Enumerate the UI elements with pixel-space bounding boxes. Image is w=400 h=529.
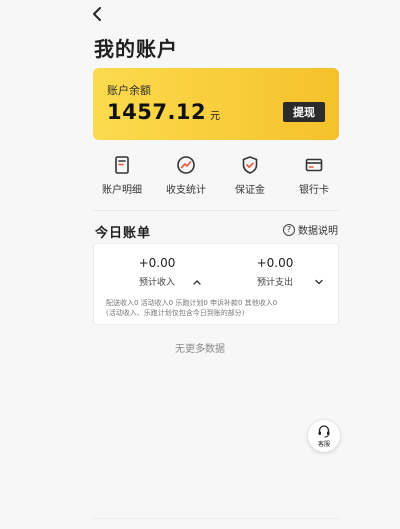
deposit-button[interactable]: 保证金 xyxy=(221,155,279,201)
document-icon xyxy=(112,155,132,175)
bottom-divider xyxy=(93,518,339,519)
chevron-up-icon[interactable] xyxy=(192,278,202,286)
customer-service-label: 客服 xyxy=(317,441,330,448)
account-details-label: 账户明细 xyxy=(102,185,142,196)
balance-label: 账户余额 xyxy=(107,84,151,97)
headset-icon xyxy=(318,425,330,438)
deposit-label: 保证金 xyxy=(235,185,265,196)
quick-actions: 账户明细 收支统计 保证金 银行卡 xyxy=(93,155,343,201)
bank-card-button[interactable]: 银行卡 xyxy=(285,155,343,201)
balance-amount: 1457.12 xyxy=(107,100,207,124)
bank-card-label: 银行卡 xyxy=(299,185,329,196)
data-help-link[interactable]: ? 数据说明 xyxy=(283,222,338,237)
note-line-2: (活动收入、乐跑计划仅包含今日到账的部分) xyxy=(106,309,245,317)
expense-value: +0.00 xyxy=(256,256,294,270)
page-title: 我的账户 xyxy=(94,37,178,61)
chevron-down-icon[interactable] xyxy=(314,278,324,286)
balance-unit: 元 xyxy=(210,111,221,122)
account-details-button[interactable]: 账户明细 xyxy=(93,155,151,201)
income-breakdown-note: 配送收入0 活动收入0 乐跑计划0 申诉补款0 其他收入0 (活动收入、乐跑计划… xyxy=(106,298,332,318)
shield-check-icon xyxy=(240,155,260,175)
section-divider xyxy=(93,210,339,211)
withdraw-button[interactable]: 提现 xyxy=(283,102,325,122)
today-summary-card: +0.00 预计收入 +0.00 预计支出 配送收入0 活动收入0 乐跑计划0 … xyxy=(93,243,339,325)
note-line-1: 配送收入0 活动收入0 乐跑计划0 申诉补款0 其他收入0 xyxy=(106,299,278,307)
chevron-left-icon xyxy=(93,7,101,21)
no-more-data-text: 无更多数据 xyxy=(175,344,225,355)
income-value: +0.00 xyxy=(138,256,176,270)
question-icon: ? xyxy=(283,223,295,236)
income-stats-button[interactable]: 收支统计 xyxy=(157,155,215,201)
chart-circle-icon xyxy=(176,155,196,175)
income-stats-label: 收支统计 xyxy=(166,185,206,196)
card-icon xyxy=(304,155,324,175)
customer-service-button[interactable]: 客服 xyxy=(308,420,340,452)
back-button[interactable] xyxy=(90,5,106,23)
today-bill-title: 今日账单 xyxy=(95,226,152,241)
balance-card: 账户余额 1457.12 元 提现 xyxy=(93,68,339,140)
balance-amount-row: 1457.12 元 xyxy=(107,100,220,124)
data-help-label: 数据说明 xyxy=(298,226,338,237)
